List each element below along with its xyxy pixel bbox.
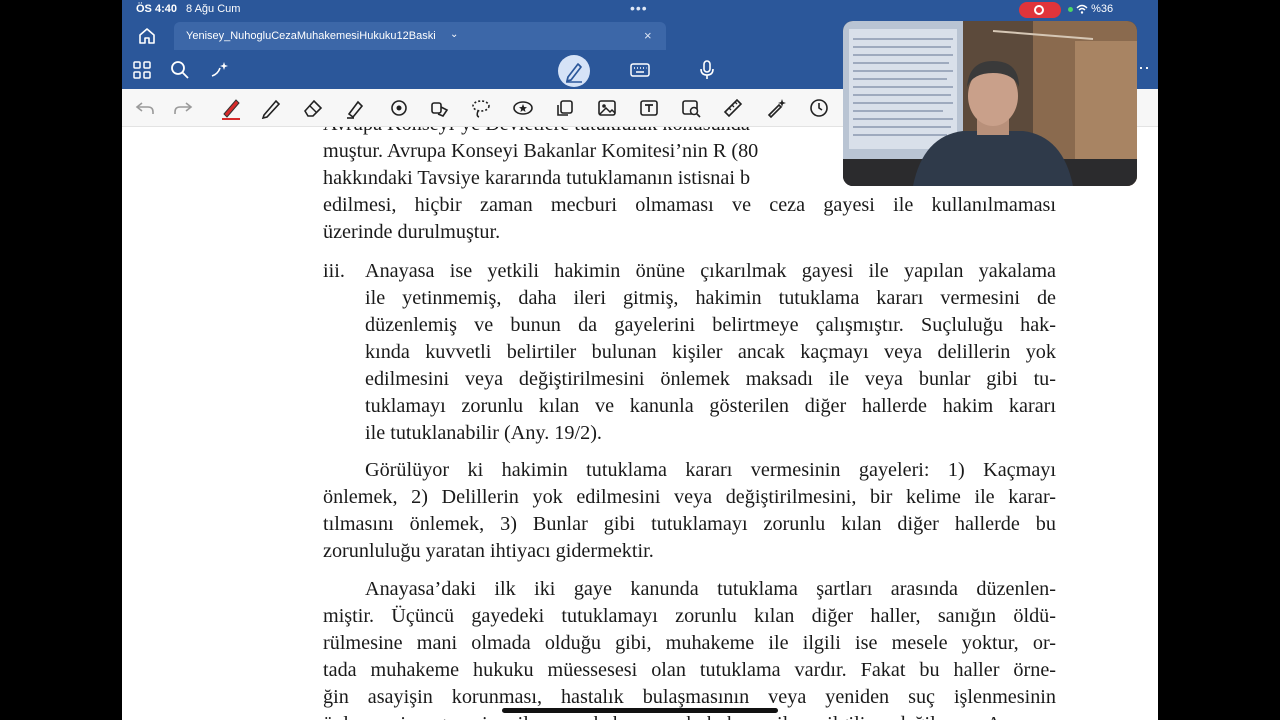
stamp-icon[interactable] — [428, 97, 450, 119]
document-line: tuklamayı zorunlu kılan ve kanunla göste… — [365, 395, 1056, 417]
search-icon[interactable] — [168, 58, 192, 82]
shape-icon[interactable] — [388, 97, 410, 119]
list-item-number: iii. — [323, 260, 345, 282]
video-overlay[interactable] — [843, 21, 1137, 186]
ruler-icon[interactable] — [722, 97, 744, 119]
document-line: miştir. Üçüncü gayedeki tutuklamayı zoru… — [323, 605, 1056, 627]
keyboard-icon[interactable] — [628, 58, 652, 82]
document-line: tada muhakeme hukuku müessesesi olan tut… — [323, 659, 1056, 681]
pencil-icon[interactable] — [260, 97, 282, 119]
document-line: edilmesi, hiçbir zaman mecburi olmaması … — [323, 194, 1056, 216]
image-icon[interactable] — [596, 97, 618, 119]
document-line: düzenlemiş ve bunun da gayelerini belirt… — [365, 314, 1056, 336]
document-title: Yenisey_NuhogluCezaMuhakemesiHukuku12Bas… — [186, 30, 436, 42]
signal-dot-icon — [1068, 6, 1073, 12]
document-tab[interactable]: Yenisey_NuhogluCezaMuhakemesiHukuku12Bas… — [174, 22, 666, 50]
screen-record-icon[interactable] — [1019, 2, 1061, 18]
red-pen-icon[interactable] — [218, 95, 244, 121]
chevron-down-icon[interactable]: ⌄ — [450, 29, 458, 40]
document-line: kında kuvvetli belirtiler bulunan kişile… — [365, 341, 1056, 363]
document-line: Anayasa’daki ilk iki gaye kanunda tutukl… — [365, 578, 1056, 600]
status-right: %36 — [1068, 3, 1113, 15]
pen-mode-button[interactable] — [558, 55, 590, 87]
microphone-icon[interactable] — [695, 58, 719, 82]
document-line: Görülüyor ki hakimin tutuklama kararı ve… — [365, 459, 1056, 481]
image-search-icon[interactable] — [680, 97, 702, 119]
document-line: önlemek, 2) Delillerin yok edilmesini ve… — [323, 486, 1056, 508]
status-bar: ÖS 4:40 8 Ağu Cum ••• %36 — [122, 0, 1158, 20]
home-indicator[interactable] — [502, 708, 778, 713]
text-box-icon[interactable] — [638, 97, 660, 119]
document-line: edilmesini veya değiştirilmesini önlemek… — [365, 368, 1056, 390]
battery-percent: %36 — [1091, 3, 1114, 15]
pen-mode-icon — [566, 63, 582, 83]
document-line: rülmesine mani olmada olduğu gibi, muhak… — [323, 632, 1056, 654]
presenter-video-image — [843, 21, 1137, 186]
document-line: tılmasını önlemek, 3) Bunlar gibi tutukl… — [323, 513, 1056, 535]
status-date: 8 Ağu Cum — [186, 3, 241, 15]
eraser-icon[interactable] — [302, 97, 324, 119]
highlighter-icon[interactable] — [344, 97, 366, 119]
document-line: zorunluluğu yaratan ihtiyacı gidermektir… — [323, 540, 654, 562]
apps-grid-icon[interactable] — [130, 58, 154, 82]
lasso-icon[interactable] — [470, 97, 492, 119]
document-line: ile tutuklanabilir (Any. 19/2). — [365, 422, 602, 444]
document-line: ğin asayişin korunması, hastalık bulaşma… — [323, 686, 1056, 708]
wifi-icon — [1076, 4, 1088, 14]
copy-icon[interactable] — [554, 97, 576, 119]
multitasking-dots-icon[interactable]: ••• — [630, 0, 648, 16]
timer-icon[interactable] — [808, 97, 830, 119]
magic-pen-icon[interactable] — [766, 97, 788, 119]
sparkle-icon[interactable] — [208, 58, 232, 82]
star-icon[interactable] — [512, 97, 534, 119]
document-page[interactable]: Avrupa Konseyi’ye Devletlere tutukluluk … — [122, 127, 1158, 720]
document-line: Anayasa ise yetkili hakimin önüne çıkarı… — [365, 260, 1056, 282]
undo-icon[interactable] — [134, 97, 156, 119]
redo-icon[interactable] — [172, 97, 194, 119]
document-line: ile yetinmemiş, daha ileri gitmiş, hakim… — [365, 287, 1056, 309]
home-icon[interactable] — [136, 25, 158, 47]
close-tab-icon[interactable]: × — [644, 28, 652, 43]
document-line: üzerinde durulmuştur. — [323, 221, 501, 243]
status-time: ÖS 4:40 — [136, 3, 177, 15]
